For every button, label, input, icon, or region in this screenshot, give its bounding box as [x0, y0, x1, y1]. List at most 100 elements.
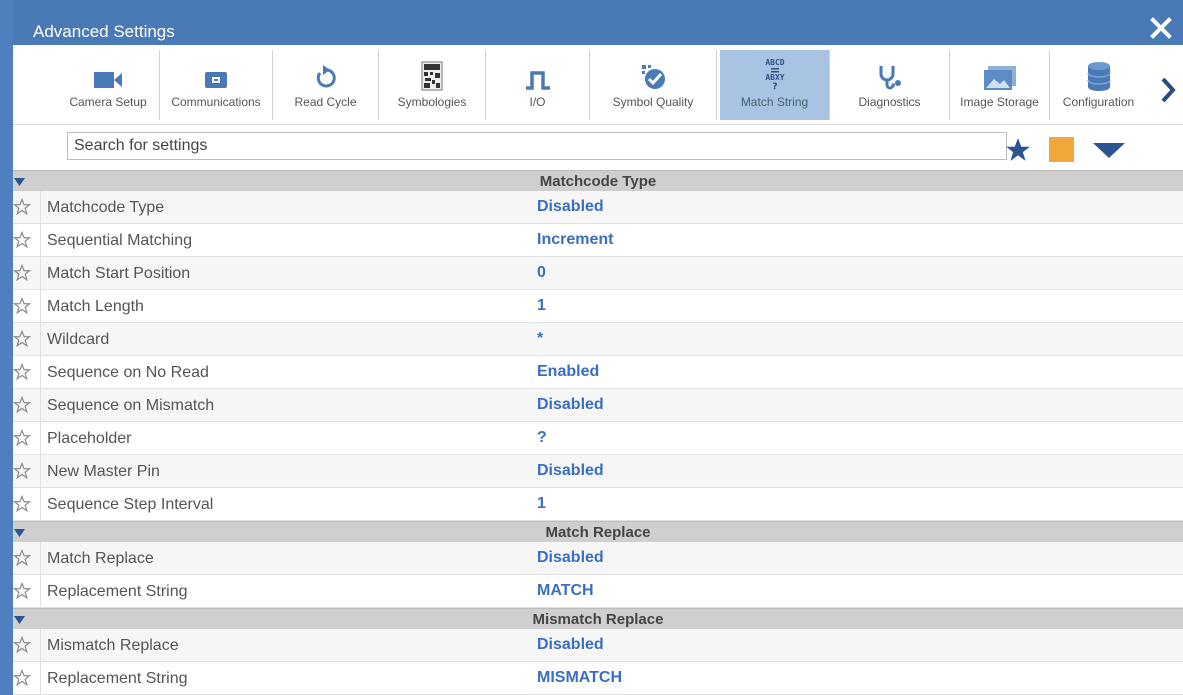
left-accent-strip [0, 0, 13, 695]
setting-label: Match Start Position [47, 265, 191, 282]
setting-row: Sequence on Mismatch Disabled [12, 389, 1183, 422]
tab-configuration[interactable]: Configuration [1050, 50, 1147, 120]
tab-label: Read Cycle [294, 95, 357, 109]
column-divider [40, 356, 41, 389]
section-rows: Mismatch Replace Disabled Replacement Stri… [12, 629, 1183, 695]
setting-value[interactable]: MISMATCH [537, 669, 622, 687]
section-title: Match Replace [545, 524, 651, 541]
column-divider [40, 323, 41, 356]
tab-label: Diagnostics [858, 95, 921, 109]
tab-label: Symbol Quality [612, 95, 694, 109]
setting-value[interactable]: 0 [537, 264, 546, 282]
star-outline-icon[interactable] [12, 230, 33, 251]
setting-row: Replacement String MATCH [12, 575, 1183, 608]
column-divider [40, 191, 41, 224]
column-divider [40, 629, 41, 662]
section-title: Mismatch Replace [532, 611, 664, 628]
setting-value[interactable]: ? [537, 429, 547, 447]
setting-value[interactable]: Enabled [537, 363, 599, 381]
search-input[interactable] [67, 132, 1007, 160]
star-outline-icon[interactable] [12, 668, 33, 689]
star-filled-icon[interactable] [1005, 137, 1031, 163]
settings-grid: Matchcode Type Matchcode Type Disabled Sequ… [12, 170, 1183, 695]
setting-value[interactable]: Disabled [537, 198, 604, 216]
setting-label: Match Length [47, 298, 144, 315]
setting-label: Matchcode Type [47, 199, 165, 216]
communications-icon [205, 72, 227, 88]
camera-icon [94, 72, 122, 88]
window-title: Advanced Settings [33, 22, 175, 41]
tab-match-string[interactable]: ABCD ABXY ? Match String [720, 50, 830, 120]
setting-row: Match Length 1 [12, 290, 1183, 323]
star-outline-icon[interactable] [12, 428, 33, 449]
setting-value[interactable]: * [537, 330, 543, 348]
tab-label: Image Storage [960, 95, 1039, 109]
setting-label: Sequence Step Interval [47, 496, 214, 513]
database-icon [1086, 62, 1111, 91]
title-bar: Advanced Settings [13, 0, 1183, 45]
orange-square-button[interactable] [1049, 137, 1074, 162]
setting-row: Mismatch Replace Disabled [12, 629, 1183, 662]
tab-label: Communications [171, 95, 261, 109]
setting-row: Match Replace Disabled [12, 542, 1183, 575]
tab-label: Symbologies [397, 95, 467, 109]
section-header[interactable]: Matchcode Type [13, 170, 1183, 191]
setting-value[interactable]: Increment [537, 231, 613, 249]
setting-value[interactable]: MATCH [537, 582, 594, 600]
star-outline-icon[interactable] [12, 263, 33, 284]
tab-read-cycle[interactable]: Read Cycle [273, 50, 379, 120]
star-outline-icon[interactable] [12, 197, 33, 218]
match-string-icon: ABCD ABXY ? [765, 58, 784, 91]
read-cycle-icon [316, 65, 336, 88]
column-divider [40, 662, 41, 695]
star-outline-icon[interactable] [12, 548, 33, 569]
star-outline-icon[interactable] [12, 461, 33, 482]
advanced-settings-window: Advanced Settings Camera Setup Communica… [12, 0, 1183, 695]
setting-row: Wildcard * [12, 323, 1183, 356]
star-outline-icon[interactable] [12, 494, 33, 515]
star-outline-icon[interactable] [12, 581, 33, 602]
tab-communications[interactable]: Communications [160, 50, 273, 120]
stethoscope-icon [879, 66, 901, 90]
setting-label: New Master Pin [47, 463, 160, 480]
io-icon [525, 71, 550, 90]
tab-camera-setup[interactable]: Camera Setup [57, 50, 160, 120]
tab-label: I/O [529, 95, 546, 109]
search-bar [13, 125, 1183, 168]
tab-label: Configuration [1062, 95, 1135, 109]
tab-diagnostics[interactable]: Diagnostics [830, 50, 950, 120]
setting-value[interactable]: Disabled [537, 396, 604, 414]
tab-symbologies[interactable]: Symbologies [379, 50, 486, 120]
setting-label: Sequential Matching [47, 232, 192, 249]
column-divider [40, 389, 41, 422]
triangle-down-icon[interactable] [1091, 141, 1127, 159]
section-header[interactable]: Mismatch Replace [13, 608, 1183, 629]
star-outline-icon[interactable] [12, 635, 33, 656]
star-outline-icon[interactable] [12, 329, 33, 350]
symbologies-icon [421, 61, 443, 91]
setting-row: Matchcode Type Disabled [12, 191, 1183, 224]
setting-value[interactable]: 1 [537, 297, 546, 315]
section-rows: Match Replace Disabled Replacement String M… [12, 542, 1183, 608]
star-outline-icon[interactable] [12, 296, 33, 317]
setting-value[interactable]: Disabled [537, 462, 604, 480]
setting-value[interactable]: 1 [537, 495, 546, 513]
setting-value[interactable]: Disabled [537, 636, 604, 654]
tab-label: Match String [740, 95, 809, 109]
setting-row: New Master Pin Disabled [12, 455, 1183, 488]
tab-io[interactable]: I/O [486, 50, 590, 120]
tab-image-storage[interactable]: Image Storage [950, 50, 1050, 120]
star-outline-icon[interactable] [12, 362, 33, 383]
tab-symbol-quality[interactable]: Symbol Quality [590, 50, 717, 120]
star-outline-icon[interactable] [12, 395, 33, 416]
setting-row: Match Start Position 0 [12, 257, 1183, 290]
setting-value[interactable]: Disabled [537, 549, 604, 567]
setting-label: Sequence on No Read [47, 364, 209, 381]
section-header[interactable]: Match Replace [13, 521, 1183, 542]
setting-row: Sequence Step Interval 1 [12, 488, 1183, 521]
svg-text:?: ? [772, 82, 777, 91]
setting-row: Replacement String MISMATCH [12, 662, 1183, 695]
setting-row: Sequence on No Read Enabled [12, 356, 1183, 389]
chevron-right-icon[interactable] [1159, 75, 1177, 105]
close-icon[interactable] [1149, 16, 1173, 40]
